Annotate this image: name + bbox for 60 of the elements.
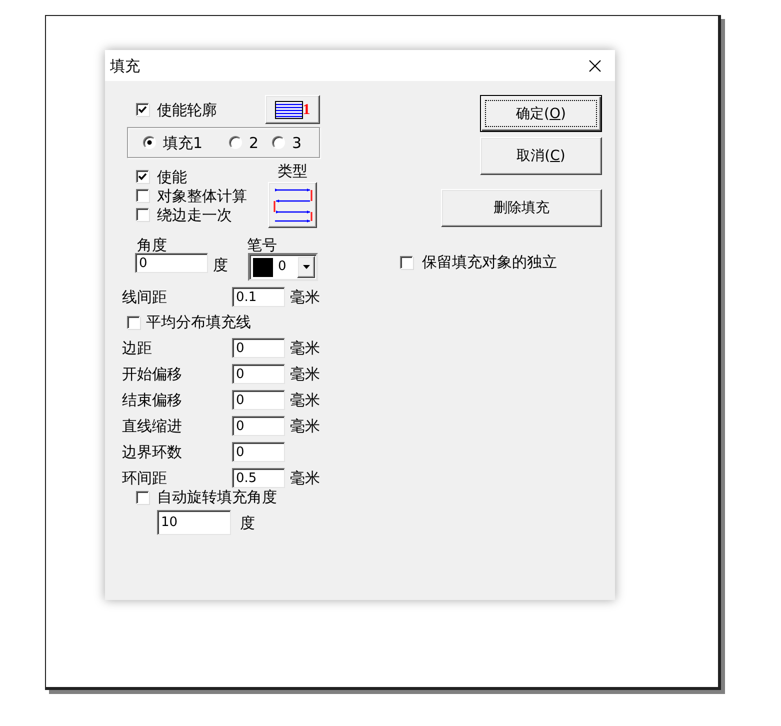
dialog-button[interactable]: 确定(O) xyxy=(480,95,602,132)
zigzag-lines-icon xyxy=(272,187,312,223)
text-field[interactable]: 0 xyxy=(232,416,285,436)
unit-label: 毫米 xyxy=(290,392,320,408)
radio-button[interactable] xyxy=(143,136,156,149)
text-field[interactable]: 0 xyxy=(232,364,285,384)
radio-label: 2 xyxy=(249,134,259,152)
angle-field[interactable]: 0 xyxy=(135,253,208,273)
field-label: 直线缩进 xyxy=(122,416,183,434)
outline-button[interactable]: 1 xyxy=(265,95,320,124)
window-title: 填充 xyxy=(110,56,140,74)
checkbox-label: 使能 xyxy=(157,168,187,186)
field-label: 开始偏移 xyxy=(122,364,183,382)
checkbox[interactable] xyxy=(127,316,140,328)
text-field[interactable]: 0 xyxy=(232,442,285,462)
checkbox-label: 保留填充对象的独立 xyxy=(422,253,557,271)
checkbox[interactable] xyxy=(136,490,149,504)
radio-button[interactable] xyxy=(272,136,285,149)
field-label: 结束偏移 xyxy=(122,390,183,408)
checkbox-label: 平均分布填充线 xyxy=(146,313,251,331)
field-label: 环间距 xyxy=(122,468,168,486)
text-field[interactable]: 0 xyxy=(232,390,285,410)
checkbox-label: 对象整体计算 xyxy=(157,186,247,204)
unit-label: 毫米 xyxy=(290,288,320,304)
caret-icon xyxy=(302,265,310,269)
checkbox-label: 绕边走一次 xyxy=(157,206,232,224)
unit-label: 毫米 xyxy=(290,418,320,434)
unit-label: 毫米 xyxy=(290,366,320,382)
color-swatch-icon xyxy=(253,258,273,276)
field-label: 线间距 xyxy=(122,288,168,306)
text-field[interactable]: 0.1 xyxy=(232,286,285,306)
checkbox[interactable] xyxy=(136,170,149,183)
checkbox[interactable] xyxy=(400,256,413,268)
field-label: 笔号 xyxy=(247,237,277,253)
radio-label: 填充1 xyxy=(163,134,203,152)
field-label: 角度 xyxy=(136,237,167,253)
angle-field[interactable]: 10 xyxy=(157,510,231,535)
radio-label: 3 xyxy=(292,134,302,152)
text-field[interactable]: 0 xyxy=(232,338,285,358)
unit-label: 毫米 xyxy=(290,470,320,486)
close-icon xyxy=(589,60,601,72)
delete-fill-button[interactable]: 删除填充 xyxy=(441,189,602,227)
field-label: 边界环数 xyxy=(122,442,183,460)
unit-label: 度 xyxy=(240,514,255,530)
fill-type-button[interactable] xyxy=(268,182,317,228)
radio-button[interactable] xyxy=(229,136,242,149)
dropdown-button[interactable] xyxy=(297,256,315,278)
text-field[interactable]: 0.5 xyxy=(232,468,285,488)
checkbox[interactable] xyxy=(136,103,149,116)
checkbox-label: 自动旋转填充角度 xyxy=(157,488,277,506)
field-label: 边距 xyxy=(122,338,153,356)
unit-label: 度 xyxy=(213,257,228,273)
dialog-button[interactable]: 取消(C) xyxy=(480,137,602,175)
checkbox-label: 使能轮廓 xyxy=(157,100,217,118)
unit-label: 毫米 xyxy=(290,340,320,356)
checkbox[interactable] xyxy=(136,208,149,221)
group-label: 类型 xyxy=(278,163,308,180)
pen-select[interactable]: 0 xyxy=(248,253,318,281)
checkbox[interactable] xyxy=(136,189,149,202)
hatched-rectangle-icon xyxy=(274,100,303,118)
